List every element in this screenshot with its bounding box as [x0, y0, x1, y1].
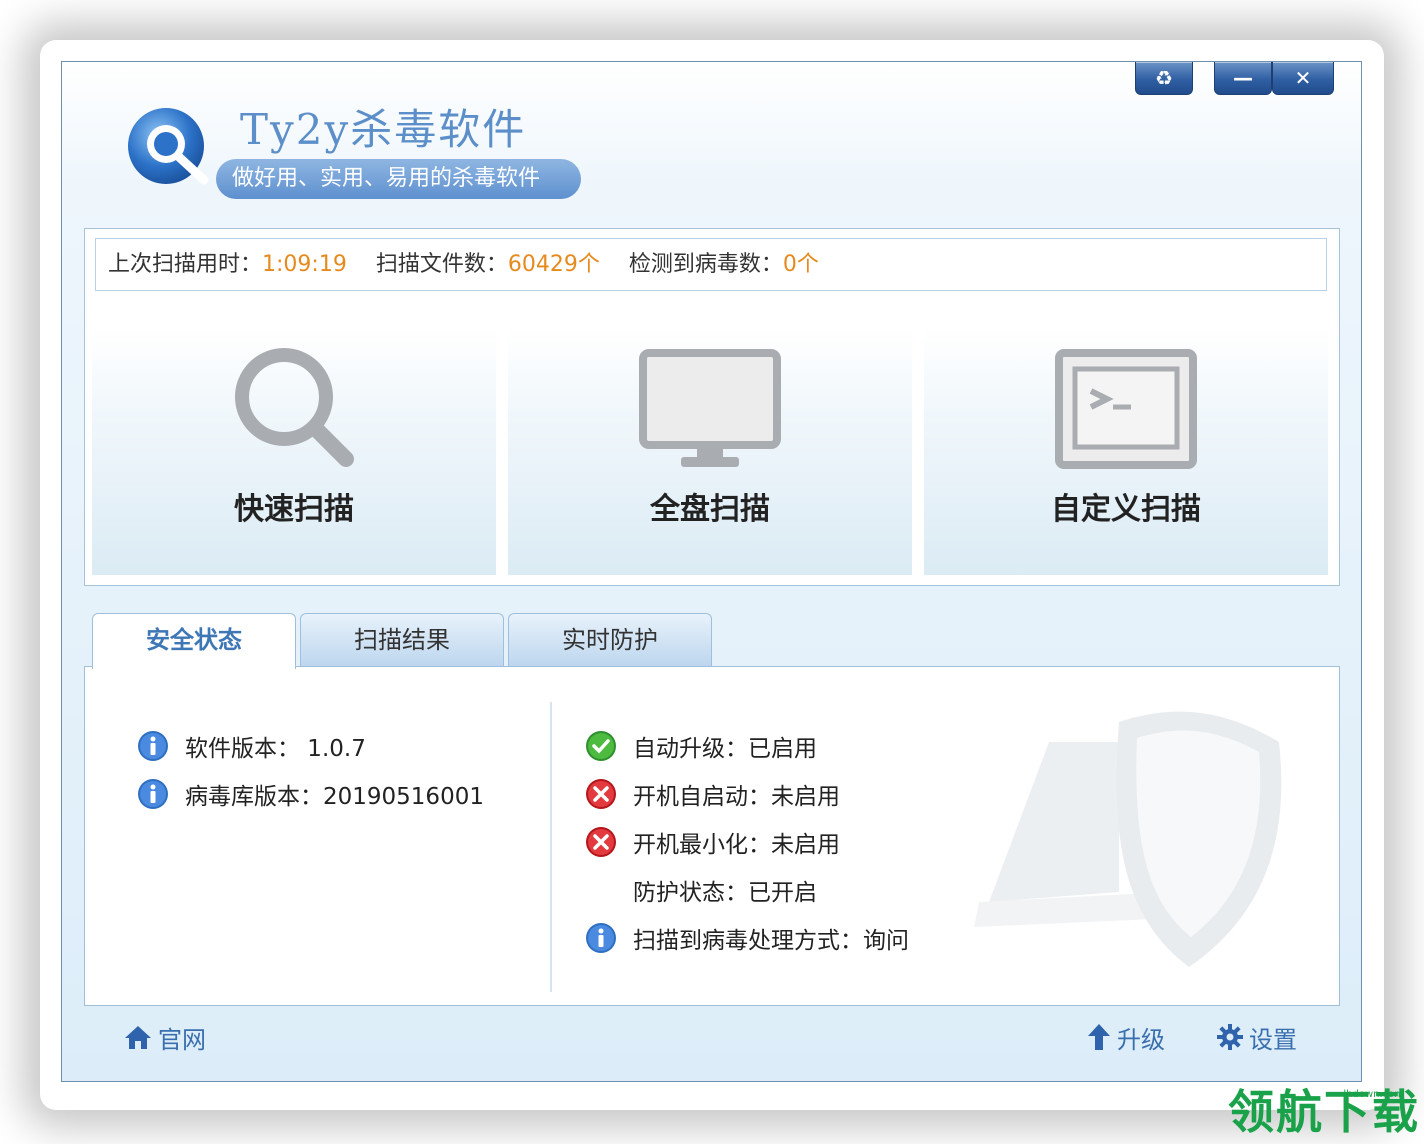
list-item: 扫描到病毒处理方式：询问 — [585, 921, 909, 955]
list-item: 病毒库版本：20190516001 — [137, 777, 484, 811]
main-window: ♻ — ✕ Ty2y杀毒软件 做好用、实用、易用的杀毒软件 上次扫描用时：1:0… — [61, 61, 1362, 1082]
list-item: 软件版本： 1.0.7 — [137, 729, 366, 763]
virus-action-status: 扫描到病毒处理方式：询问 — [633, 928, 909, 954]
info-icon — [586, 923, 616, 953]
quick-scan-button[interactable]: 快速扫描 — [92, 329, 496, 575]
auto-upgrade-status: 自动升级：已启用 — [633, 736, 817, 762]
tab-realtime-protection[interactable]: 实时防护 — [508, 613, 712, 667]
app-slogan: 做好用、实用、易用的杀毒软件 — [216, 159, 581, 199]
virus-db-version-text: 病毒库版本：20190516001 — [185, 784, 484, 810]
site-watermark: 领航下载 — [1228, 1085, 1420, 1139]
info-icon — [138, 731, 168, 761]
settings-link[interactable]: 设置 — [1217, 1020, 1297, 1054]
app-logo-icon — [128, 108, 209, 185]
check-icon — [586, 731, 616, 761]
skin-button[interactable]: ♻ — [1135, 62, 1193, 95]
magnifier-icon — [235, 348, 354, 467]
last-scan-label: 上次扫描用时： — [108, 252, 263, 277]
arrow-up-icon — [1088, 1024, 1110, 1050]
list-item: 自动升级：已启用 — [585, 729, 817, 763]
quick-scan-label: 快速扫描 — [234, 492, 354, 527]
shield-laptop-watermark-icon — [974, 711, 1282, 967]
monitor-icon — [639, 349, 781, 467]
protection-status: 防护状态：已开启 — [633, 880, 817, 906]
scan-stats-bar: 上次扫描用时：1:09:19 扫描文件数：60429个 检测到病毒数：0个 — [95, 238, 1327, 291]
minimize-button[interactable]: — — [1214, 62, 1272, 95]
custom-scan-button[interactable]: 自定义扫描 — [924, 329, 1328, 575]
full-scan-label: 全盘扫描 — [650, 492, 770, 527]
start-minimized-status: 开机最小化：未启用 — [633, 832, 840, 858]
panel-divider — [550, 702, 552, 992]
website-link-label: 官网 — [158, 1025, 206, 1054]
last-scan-value: 1:09:19 — [262, 252, 347, 277]
files-scanned-value: 60429个 — [507, 252, 600, 277]
list-item: 开机自启动：未启用 — [585, 777, 840, 811]
software-version-text: 软件版本： 1.0.7 — [185, 736, 366, 762]
virus-count-value: 0个 — [782, 252, 819, 277]
security-status-panel: 软件版本： 1.0.7 病毒库版本：20190516001 自动升级：已启用 开… — [84, 666, 1340, 1006]
minimize-icon: — — [1233, 66, 1253, 90]
full-scan-button[interactable]: 全盘扫描 — [508, 329, 912, 575]
custom-scan-label: 自定义扫描 — [1051, 492, 1201, 527]
autostart-status: 开机自启动：未启用 — [633, 784, 840, 810]
home-icon — [125, 1026, 151, 1049]
info-icon — [138, 779, 168, 809]
list-item: 开机最小化：未启用 — [585, 825, 840, 859]
close-icon: ✕ — [1294, 66, 1312, 90]
files-scanned-label: 扫描文件数： — [375, 252, 508, 277]
close-button[interactable]: ✕ — [1272, 62, 1334, 95]
virus-count-label: 检测到病毒数： — [628, 252, 783, 277]
error-icon — [586, 779, 616, 809]
list-item: 防护状态：已开启 — [585, 873, 817, 907]
error-icon — [586, 827, 616, 857]
upgrade-link[interactable]: 升级 — [1087, 1020, 1165, 1054]
recycle-icon: ♻ — [1155, 66, 1173, 90]
gear-icon — [1217, 1024, 1243, 1050]
website-link[interactable]: 官网 — [124, 1020, 206, 1054]
app-title: Ty2y杀毒软件 — [240, 105, 527, 154]
terminal-icon — [1055, 349, 1197, 469]
upgrade-link-label: 升级 — [1117, 1025, 1165, 1054]
scan-panel: 上次扫描用时：1:09:19 扫描文件数：60429个 检测到病毒数：0个 快速… — [84, 228, 1340, 586]
settings-link-label: 设置 — [1249, 1025, 1297, 1054]
tab-security-status[interactable]: 安全状态 — [92, 613, 296, 669]
tab-scan-results[interactable]: 扫描结果 — [300, 613, 504, 667]
